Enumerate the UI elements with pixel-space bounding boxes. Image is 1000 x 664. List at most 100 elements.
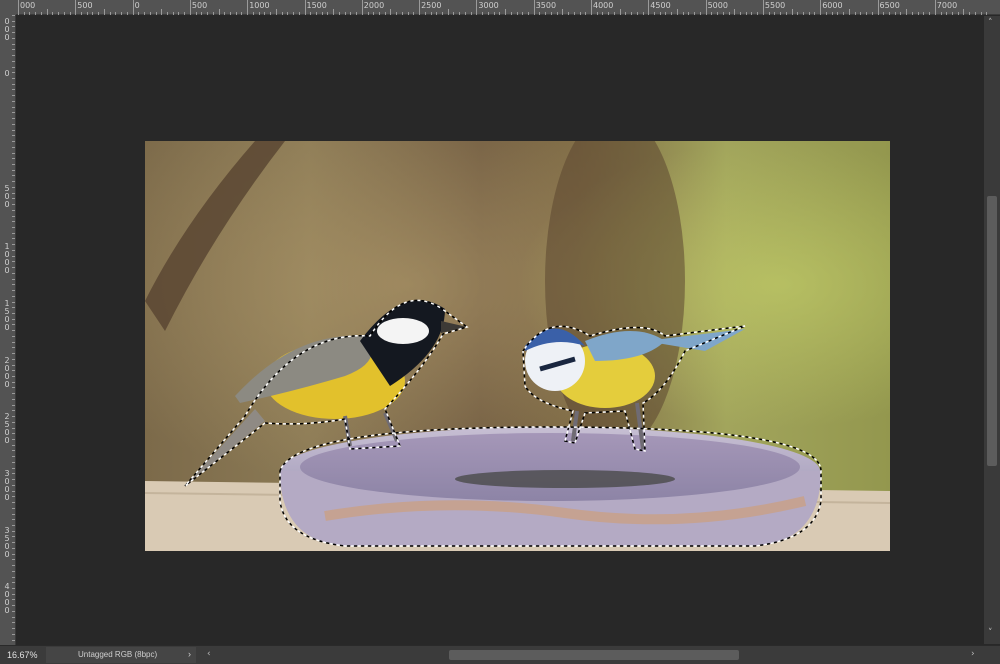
- ruler-tick: [888, 12, 890, 15]
- document-canvas-area[interactable]: [17, 16, 983, 644]
- ruler-tick: [447, 9, 449, 15]
- vertical-scroll-thumb[interactable]: [987, 196, 997, 466]
- ruler-tick: [12, 421, 15, 423]
- scroll-left-icon[interactable]: ‹: [207, 649, 211, 659]
- ruler-tick: [980, 12, 982, 15]
- ruler-tick: [974, 12, 976, 15]
- ruler-tick: [98, 12, 100, 15]
- ruler-tick: [52, 12, 54, 15]
- ruler-tick: [12, 106, 15, 108]
- ruler-tick: [350, 12, 352, 15]
- ruler-tick: [230, 12, 231, 15]
- horizontal-ruler[interactable]: 000 500 0 500 1000 1500 2000 2500 3000 3500 4000 45…: [0, 0, 1000, 15]
- ruler-tick: [762, 0, 764, 15]
- ruler-tick: [12, 570, 15, 572]
- ruler-tick: [12, 616, 15, 618]
- ruler-tick: [327, 12, 329, 15]
- ruler-tick: [453, 12, 455, 15]
- vertical-scrollbar[interactable]: ˄ ˅: [984, 16, 1000, 644]
- ruler-tick: [12, 553, 15, 555]
- ruler-tick: [791, 9, 793, 15]
- ruler-tick: [12, 95, 15, 97]
- ruler-tick: [384, 12, 386, 15]
- ruler-tick: [138, 12, 140, 15]
- ruler-tick: [12, 610, 15, 612]
- ruler-tick: [304, 0, 306, 15]
- ruler-tick: [29, 12, 31, 15]
- scroll-up-icon[interactable]: ˄: [988, 18, 993, 28]
- ruler-tick: [12, 450, 15, 452]
- document-info[interactable]: Untagged RGB (8bpc): [46, 647, 196, 663]
- ruler-label: 500: [191, 1, 208, 10]
- ruler-tick: [126, 12, 128, 15]
- ruler-tick: [12, 78, 15, 80]
- ruler-tick: [12, 433, 15, 435]
- ruler-tick: [18, 0, 19, 15]
- document-info-menu-icon[interactable]: ›: [188, 649, 191, 659]
- ruler-tick: [717, 12, 719, 15]
- ruler-tick: [270, 12, 272, 15]
- document-image[interactable]: [145, 141, 890, 551]
- ruler-tick: [12, 467, 15, 469]
- scroll-down-icon[interactable]: ˅: [988, 628, 993, 638]
- ruler-tick: [12, 375, 15, 377]
- ruler-tick: [871, 12, 873, 15]
- ruler-tick: [527, 12, 529, 15]
- ruler-tick: [12, 622, 15, 624]
- ruler-tick: [12, 215, 15, 217]
- ruler-tick: [866, 12, 868, 15]
- ruler-tick: [568, 12, 570, 15]
- ruler-tick: [63, 12, 65, 15]
- ruler-tick: [12, 479, 15, 481]
- ruler-tick: [482, 12, 484, 15]
- ruler-tick: [12, 66, 15, 68]
- ruler-tick: [613, 12, 615, 15]
- ruler-tick: [12, 461, 15, 463]
- ruler-tick: [556, 12, 558, 15]
- ruler-tick: [665, 12, 667, 15]
- scroll-right-icon[interactable]: ›: [971, 649, 975, 659]
- ruler-tick: [12, 204, 15, 206]
- ruler-tick: [12, 186, 15, 188]
- ruler-tick: [545, 12, 547, 15]
- ruler-tick: [797, 12, 799, 15]
- ruler-tick: [12, 484, 15, 486]
- ruler-tick: [751, 12, 753, 15]
- ruler-tick: [654, 12, 656, 15]
- ruler-tick: [413, 12, 415, 15]
- ruler-tick: [356, 12, 358, 15]
- ruler-tick: [275, 9, 277, 15]
- ruler-tick: [12, 221, 15, 223]
- ruler-tick: [12, 473, 15, 475]
- ruler-tick: [12, 141, 15, 143]
- ruler-label: 500: [77, 1, 93, 10]
- ruler-label: 3 5 0 0: [4, 526, 10, 559]
- horizontal-scroll-thumb[interactable]: [449, 650, 739, 660]
- ruler-tick: [780, 12, 782, 15]
- ruler-tick: [12, 513, 15, 515]
- horizontal-scrollbar[interactable]: ‹ ›: [205, 648, 985, 662]
- zoom-level-field[interactable]: 16.67%: [3, 648, 43, 662]
- ruler-tick: [12, 582, 15, 584]
- ruler-origin[interactable]: [0, 0, 16, 15]
- ruler-tick: [333, 9, 335, 15]
- ruler-tick: [631, 12, 633, 15]
- ruler-label: 6000: [822, 1, 843, 10]
- ruler-tick: [711, 12, 713, 15]
- ruler-tick: [12, 318, 15, 320]
- ruler-tick: [12, 146, 15, 148]
- ruler-tick: [12, 439, 15, 441]
- ruler-tick: [602, 12, 604, 15]
- ruler-tick: [338, 12, 340, 15]
- vertical-ruler[interactable]: 0 0 0 0 5 0 0 1 0 0 0 1 5 0 0 2 0 0 0 2 5 0 0 3…: [0, 15, 16, 645]
- ruler-tick: [894, 12, 896, 15]
- ruler-tick: [923, 12, 925, 15]
- ruler-tick: [734, 9, 736, 15]
- ruler-tick: [390, 9, 392, 15]
- ruler-tick: [12, 490, 15, 492]
- ruler-tick: [235, 12, 237, 15]
- ruler-tick: [12, 341, 15, 343]
- ruler-tick: [12, 519, 15, 521]
- ruler-tick: [132, 0, 134, 15]
- ruler-tick: [12, 55, 15, 57]
